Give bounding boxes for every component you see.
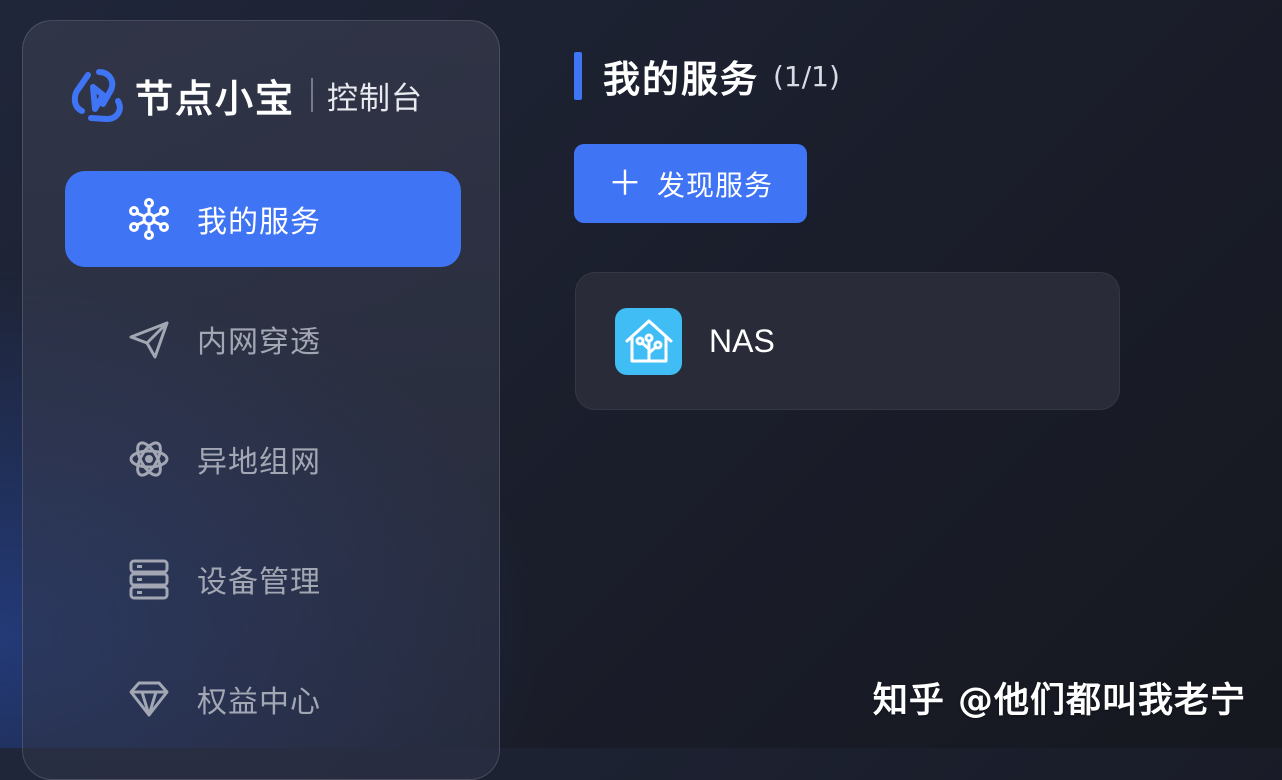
sidebar-item-my-services[interactable]: 我的服务 <box>65 171 461 267</box>
sidebar-nav: 我的服务 内网穿透 异地组网 设备管理 权益中心 <box>65 171 461 771</box>
discover-services-button[interactable]: ＋ 发现服务 <box>574 144 807 223</box>
sidebar-item-label: 我的服务 <box>197 205 321 240</box>
sidebar-item-label: 内网穿透 <box>197 325 321 360</box>
sidebar-item-intranet-penetration[interactable]: 内网穿透 <box>65 291 461 387</box>
server-stack-icon <box>127 557 171 601</box>
sidebar: 节点小宝 控制台 我的服务 内网穿透 异地组网 设备管理 权益中心 <box>22 20 500 780</box>
service-card[interactable]: NAS <box>575 272 1120 410</box>
logo-knot-icon <box>71 69 123 122</box>
service-count: (1/1) <box>773 59 840 93</box>
paper-plane-icon <box>127 317 171 361</box>
home-assistant-icon <box>615 307 682 375</box>
sidebar-item-device-management[interactable]: 设备管理 <box>65 531 461 627</box>
app-subtitle: 控制台 <box>327 80 424 117</box>
watermark: 知乎 @他们都叫我老宁 <box>872 681 1246 721</box>
logo-divider <box>311 78 314 112</box>
plus-icon: ＋ <box>607 163 643 204</box>
network-nodes-icon <box>127 197 171 241</box>
app-name: 节点小宝 <box>135 76 296 121</box>
title-accent-bar <box>574 52 582 100</box>
page-title: 我的服务 (1/1) <box>603 52 840 101</box>
sidebar-item-label: 异地组网 <box>197 445 321 480</box>
sidebar-item-label: 权益中心 <box>197 685 321 720</box>
service-name: NAS <box>709 322 775 359</box>
sidebar-item-label: 设备管理 <box>197 565 321 600</box>
atom-orbit-icon <box>127 437 171 481</box>
sidebar-item-benefits-center[interactable]: 权益中心 <box>65 651 461 747</box>
diamond-icon <box>127 677 171 721</box>
sidebar-item-remote-networking[interactable]: 异地组网 <box>65 411 461 507</box>
logo[interactable]: 节点小宝 控制台 <box>69 65 423 125</box>
discover-services-label: 发现服务 <box>656 168 773 202</box>
page-title-text: 我的服务 <box>603 58 759 101</box>
